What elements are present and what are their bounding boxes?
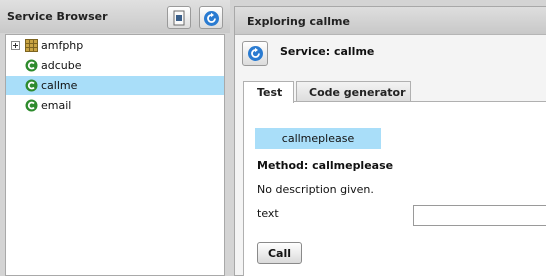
explorer-title: Exploring callme: [247, 15, 350, 28]
tab-code-generator[interactable]: Code generator: [296, 81, 411, 102]
document-button[interactable]: [167, 6, 191, 29]
call-button[interactable]: Call: [257, 242, 302, 264]
package-icon: [25, 39, 38, 52]
param-label-text: text: [257, 207, 279, 220]
service-browser-header: Service Browser: [0, 0, 230, 33]
tree-item-amfphp[interactable]: amfphp: [6, 36, 224, 55]
explorer-panel: Exploring callme Service: callme Test Co…: [234, 6, 546, 276]
service-title: Service: callme: [280, 45, 375, 58]
explorer-header: Exploring callme: [235, 7, 546, 35]
tree-item-email[interactable]: email: [6, 96, 224, 115]
method-description: No description given.: [257, 183, 374, 196]
method-label: Method: callmeplease: [257, 159, 394, 172]
refresh-button[interactable]: [199, 6, 223, 29]
expand-icon[interactable]: [11, 41, 20, 50]
param-text-input[interactable]: [413, 205, 546, 226]
service-icon: [25, 99, 38, 112]
refresh-icon: [204, 11, 219, 26]
refresh-icon: [248, 46, 263, 61]
service-browser-title: Service Browser: [7, 10, 108, 23]
tab-label: Test: [257, 86, 283, 99]
tree-item-label: callme: [41, 79, 78, 92]
refresh-service-button[interactable]: [242, 41, 268, 66]
tree-item-callme[interactable]: callme: [6, 76, 224, 95]
tab-test[interactable]: Test: [243, 81, 294, 103]
tab-label: Code generator: [309, 86, 406, 99]
test-tab-content: callmeplease Method: callmeplease No des…: [243, 102, 546, 276]
service-icon: [25, 79, 38, 92]
document-icon: [173, 10, 185, 26]
tree-item-label: amfphp: [41, 39, 84, 52]
service-icon: [25, 59, 38, 72]
tree-item-label: adcube: [41, 59, 82, 72]
method-chip[interactable]: callmeplease: [255, 128, 381, 149]
service-tree: amfphp adcube callme email: [5, 34, 225, 276]
tree-item-adcube[interactable]: adcube: [6, 56, 224, 75]
tree-item-label: email: [41, 99, 72, 112]
